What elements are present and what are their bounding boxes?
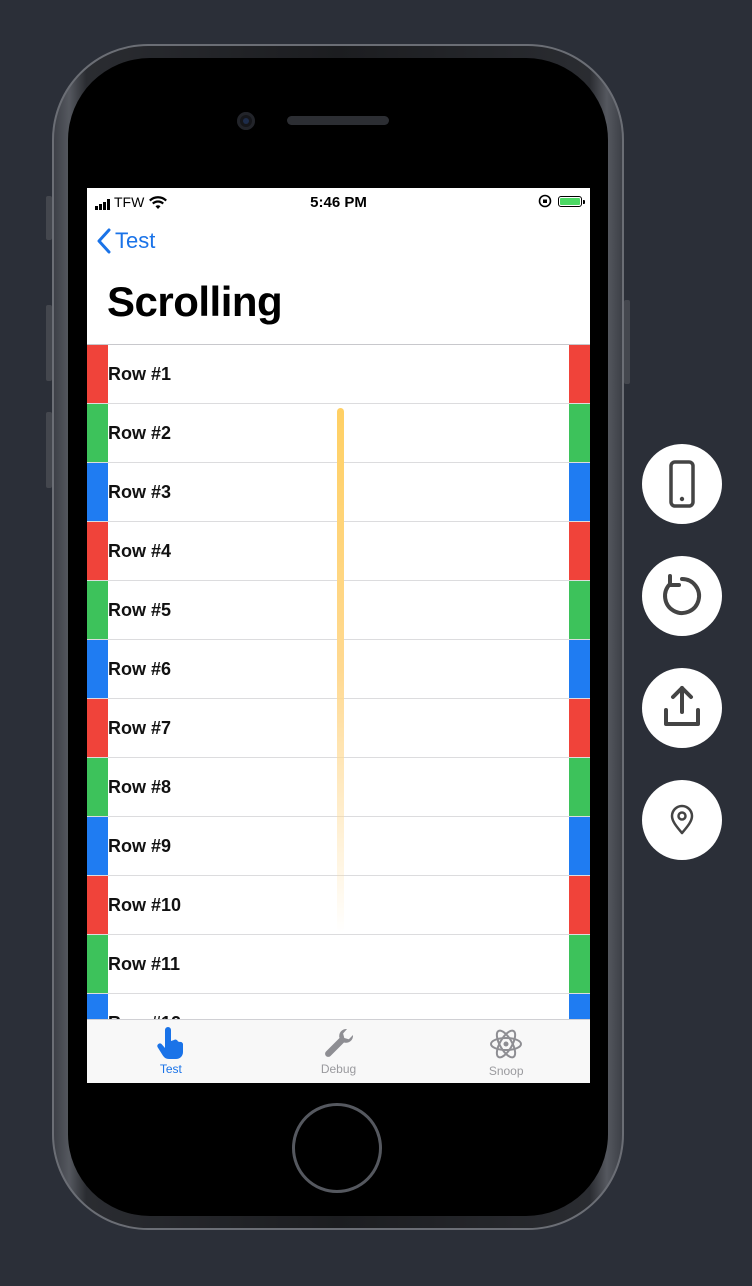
device-button[interactable] (642, 444, 722, 524)
home-button[interactable] (292, 1103, 382, 1193)
navigation-bar: Test (87, 220, 590, 270)
tab-test[interactable]: Test (87, 1020, 255, 1083)
status-time: 5:46 PM (310, 194, 367, 211)
row-color-stripe-left (87, 522, 108, 580)
row-color-stripe-left (87, 463, 108, 521)
row-color-stripe-right (569, 817, 590, 875)
row-label: Row #6 (108, 658, 172, 679)
row-color-stripe-left (87, 581, 108, 639)
row-color-stripe-left (87, 935, 108, 993)
location-pin-icon (670, 804, 694, 835)
back-label: Test (115, 228, 156, 253)
scroll-indicator (337, 408, 344, 933)
mute-switch (46, 196, 52, 240)
tab-bar: Test Debug Snoop (87, 1019, 590, 1083)
row-label: Row #3 (108, 481, 172, 502)
row-color-stripe-right (569, 522, 590, 580)
tab-test-label: Test (159, 1062, 182, 1076)
atom-icon (490, 1029, 523, 1059)
wrench-icon (324, 1028, 353, 1057)
tab-snoop[interactable]: Snoop (422, 1020, 590, 1083)
row-label: Row #2 (108, 422, 172, 443)
row-label: Row #1 (108, 363, 172, 384)
status-bar: TFW 5:46 PM (87, 188, 590, 216)
status-right (538, 194, 585, 208)
table-row[interactable]: Row #1 (87, 345, 590, 404)
orientation-lock-icon (538, 194, 552, 208)
phone-device-icon (669, 460, 695, 508)
row-color-stripe-right (569, 640, 590, 698)
row-color-stripe-right (569, 699, 590, 757)
front-camera (237, 112, 255, 130)
row-label: Row #7 (108, 717, 172, 738)
tab-debug-label: Debug (320, 1062, 357, 1076)
row-color-stripe-left (87, 699, 108, 757)
row-color-stripe-right (569, 404, 590, 462)
row-label: Row #4 (108, 540, 172, 561)
earpiece-speaker (287, 116, 389, 125)
tab-debug[interactable]: Debug (255, 1020, 423, 1083)
row-label: Row #11 (108, 953, 181, 974)
row-color-stripe-right (569, 994, 590, 1020)
row-color-stripe-left (87, 817, 108, 875)
share-button[interactable] (642, 668, 722, 748)
row-color-stripe-right (569, 345, 590, 403)
rotate-button[interactable] (642, 556, 722, 636)
row-color-stripe-left (87, 640, 108, 698)
volume-down-button (46, 412, 52, 488)
row-color-stripe-right (569, 758, 590, 816)
chevron-left-icon (97, 228, 111, 254)
location-button[interactable] (642, 780, 722, 860)
tab-snoop-label: Snoop (488, 1064, 524, 1078)
share-icon (664, 686, 700, 726)
row-color-stripe-right (569, 463, 590, 521)
row-color-stripe-right (569, 581, 590, 639)
power-button (624, 300, 630, 384)
table-row[interactable]: Row #11 (87, 935, 590, 994)
volume-up-button (46, 305, 52, 381)
row-color-stripe-left (87, 876, 108, 934)
back-button[interactable]: Test (97, 228, 155, 254)
row-color-stripe-left (87, 758, 108, 816)
row-label: Row #5 (108, 599, 172, 620)
table-row[interactable]: Row #12 (87, 994, 590, 1020)
row-color-stripe-right (569, 876, 590, 934)
row-color-stripe-left (87, 994, 108, 1020)
rotate-icon (663, 574, 702, 615)
page-title: Scrolling (107, 278, 283, 325)
hand-pointer-icon (157, 1027, 183, 1059)
row-color-stripe-left (87, 404, 108, 462)
phone-screen: TFW 5:46 PM Test Scrolling Row #1 Row #2 R… (87, 188, 590, 1083)
battery-icon (558, 195, 585, 207)
row-color-stripe-left (87, 345, 108, 403)
row-label: Row #8 (108, 776, 172, 797)
row-color-stripe-right (569, 935, 590, 993)
row-label: Row #9 (108, 835, 172, 856)
row-label: Row #10 (108, 894, 182, 915)
